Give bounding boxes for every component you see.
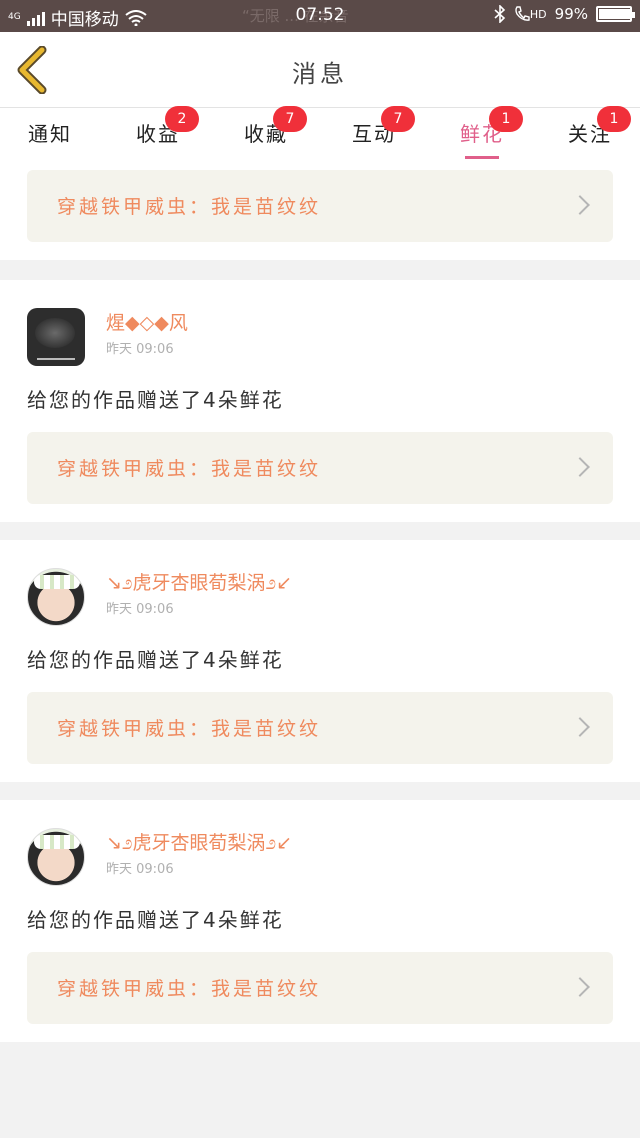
message-time: 昨天 09:06 [106, 342, 174, 357]
tab-3[interactable]: 互动 7 [329, 106, 419, 160]
message-card: 煋◆◇◆风昨天 09:06给您的作品赠送了4朵鲜花穿越铁甲威虫：我是苗纹纹 [0, 160, 640, 260]
page-title: 消息 [292, 60, 348, 88]
message-time: 昨天 09:06 [106, 862, 174, 877]
battery-fill [599, 9, 631, 19]
user-name[interactable]: ↘೨虎牙杏眼荀梨涡೨↙ [106, 568, 292, 595]
tab-badge: 1 [597, 106, 631, 132]
status-bar: 4G 中国移动 “无限 ... 在余音 07:52 HD 99% [0, 0, 640, 32]
tab-bar: 通知 收益 2 收藏 7 互动 7 鲜花 1 关注 1 [0, 106, 640, 160]
chevron-right-icon [570, 977, 590, 997]
avatar[interactable] [27, 568, 85, 626]
battery-icon [596, 6, 635, 22]
message-card: 煋◆◇◆风昨天 09:06 给您的作品赠送了4朵鲜花穿越铁甲威虫：我是苗纹纹 [0, 280, 640, 522]
tab-4[interactable]: 鲜花 1 [437, 106, 527, 160]
phone-icon [515, 6, 530, 21]
tab-label: 通知 [28, 122, 72, 146]
chevron-right-icon [570, 457, 590, 477]
work-link[interactable]: 穿越铁甲威虫：我是苗纹纹 [27, 952, 613, 1024]
chevron-right-icon [570, 717, 590, 737]
nav-bar: 消息 [0, 32, 640, 108]
work-link[interactable]: 穿越铁甲威虫：我是苗纹纹 [27, 692, 613, 764]
tab-1[interactable]: 收益 2 [113, 106, 203, 160]
work-link[interactable]: 穿越铁甲威虫：我是苗纹纹 [27, 432, 613, 504]
message-card: ↘೨虎牙杏眼荀梨涡೨↙ 昨天 09:06 给您的作品赠送了4朵鲜花穿越铁甲威虫：我是… [0, 540, 640, 782]
tab-2[interactable]: 收藏 7 [221, 106, 311, 160]
message-text: 给您的作品赠送了4朵鲜花 [27, 908, 284, 932]
message-text: 给您的作品赠送了4朵鲜花 [27, 648, 284, 672]
tab-0[interactable]: 通知 [5, 108, 95, 160]
tab-5[interactable]: 关注 1 [545, 106, 635, 160]
avatar[interactable] [27, 308, 85, 366]
tab-badge: 7 [273, 106, 307, 132]
work-title: 穿越铁甲威虫：我是苗纹纹 [57, 978, 322, 1000]
back-button[interactable] [12, 45, 56, 95]
tab-indicator [465, 156, 499, 159]
user-name[interactable]: 煋◆◇◆风 [106, 308, 188, 335]
chevron-right-icon [570, 195, 590, 215]
status-right: HD 99% [494, 5, 635, 23]
tab-badge: 7 [381, 106, 415, 132]
tab-badge: 2 [165, 106, 199, 132]
work-title: 穿越铁甲威虫：我是苗纹纹 [57, 458, 322, 480]
message-text: 给您的作品赠送了4朵鲜花 [27, 388, 284, 412]
work-title: 穿越铁甲威虫：我是苗纹纹 [57, 196, 322, 218]
user-name[interactable]: ↘೨虎牙杏眼荀梨涡೨↙ [106, 828, 292, 855]
message-time: 昨天 09:06 [106, 602, 174, 617]
chevron-left-icon [17, 45, 47, 95]
work-title: 穿越铁甲威虫：我是苗纹纹 [57, 718, 322, 740]
tab-badge: 1 [489, 106, 523, 132]
bluetooth-icon [494, 5, 506, 23]
avatar[interactable] [27, 828, 85, 886]
hd-label: HD [529, 7, 547, 21]
work-link[interactable]: 穿越铁甲威虫：我是苗纹纹 [27, 170, 613, 242]
message-card: ↘೨虎牙杏眼荀梨涡೨↙ 昨天 09:06 给您的作品赠送了4朵鲜花穿越铁甲威虫：我是… [0, 800, 640, 1042]
message-list: 煋◆◇◆风昨天 09:06给您的作品赠送了4朵鲜花穿越铁甲威虫：我是苗纹纹煋◆◇… [0, 160, 640, 1138]
battery-percent: 99% [554, 5, 588, 23]
